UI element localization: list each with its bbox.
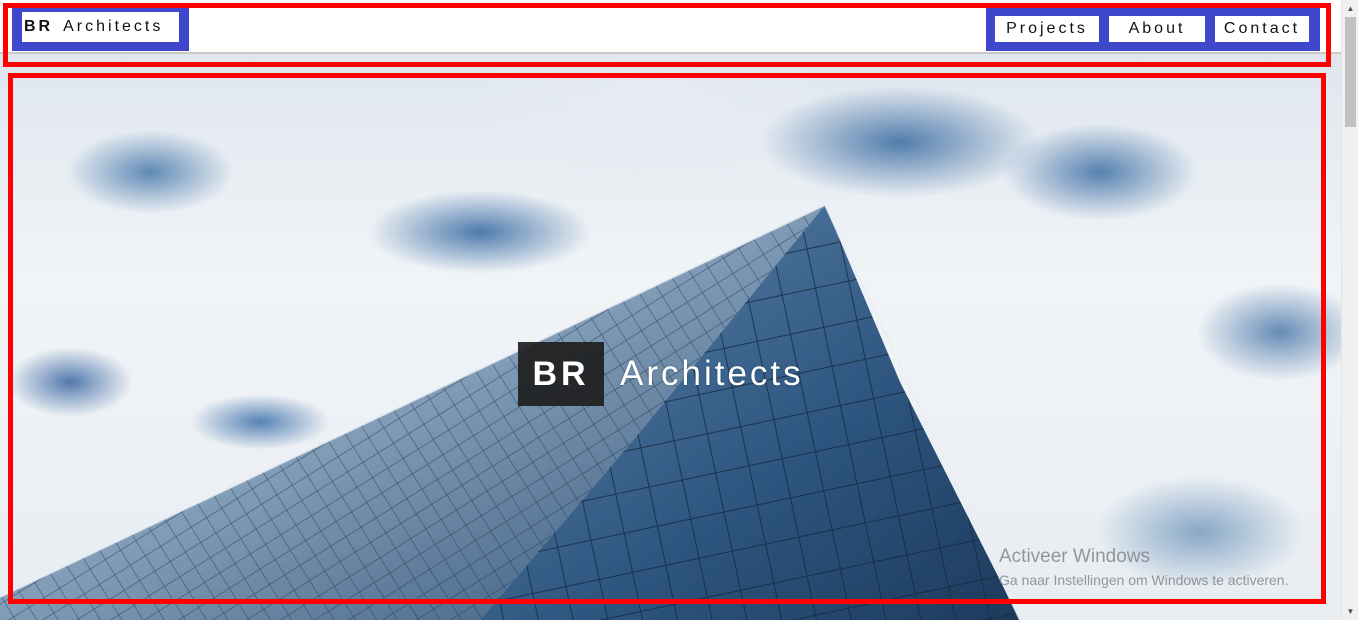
logo-link[interactable]: BR Architects — [12, 3, 189, 51]
hero-title-badge: BR — [518, 342, 604, 406]
logo-bold-text: BR — [24, 18, 54, 35]
logo: BR Architects — [22, 12, 179, 42]
watermark-title: Activeer Windows — [999, 546, 1150, 567]
logo-name-text: Architects — [63, 18, 164, 35]
watermark-subtitle: Ga naar Instellingen om Windows te activ… — [999, 572, 1289, 588]
windows-activation-watermark: Activeer Windows Ga naar Instellingen om… — [999, 546, 1288, 588]
site-header: BR Architects Projects About Contact — [0, 0, 1341, 54]
vertical-scrollbar[interactable]: ▲ ▼ — [1341, 0, 1358, 620]
nav-link-contact[interactable]: Contact — [1215, 16, 1309, 42]
main-nav: Projects About Contact — [986, 7, 1320, 51]
scroll-up-icon[interactable]: ▲ — [1342, 0, 1358, 17]
nav-link-projects[interactable]: Projects — [995, 16, 1099, 42]
page: BR Architects Projects About Contact BR … — [0, 0, 1358, 620]
hero-building-image — [0, 203, 1021, 620]
scroll-down-icon[interactable]: ▼ — [1342, 603, 1358, 620]
scrollbar-thumb[interactable] — [1345, 17, 1356, 127]
hero-title-name: Architects — [620, 354, 804, 393]
hero-title: BR Architects — [518, 342, 804, 406]
nav-link-about[interactable]: About — [1109, 16, 1205, 42]
